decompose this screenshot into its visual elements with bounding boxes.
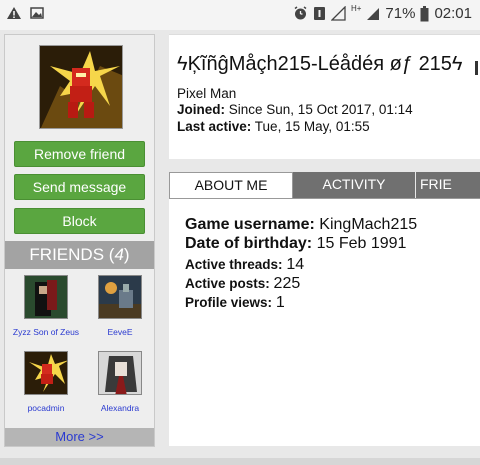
- birthday-value: 15 Feb 1991: [312, 235, 407, 252]
- tab-about-me[interactable]: ABOUT ME: [169, 172, 293, 198]
- friend-avatar[interactable]: [98, 351, 142, 395]
- profile-views-value: 1: [275, 294, 285, 311]
- profile-tabs: ABOUT ME ACTIVITY FRIE: [169, 172, 480, 198]
- tab-activity[interactable]: ACTIVITY: [293, 172, 415, 198]
- bottom-strip: [0, 458, 480, 465]
- friend-name[interactable]: pocadmin: [11, 403, 81, 413]
- about-me-panel: Game username: KingMach215 Date of birth…: [169, 198, 480, 446]
- profile-avatar: [39, 45, 123, 129]
- profile-views-label: Profile views:: [185, 295, 273, 310]
- friend-item[interactable]: Alexandra: [85, 351, 155, 413]
- clock: 02:01: [434, 5, 472, 22]
- joined-value: Since Sun, 15 Oct 2017, 01:14: [225, 102, 413, 117]
- signal-icon: [367, 8, 380, 20]
- friend-item[interactable]: EeveE: [85, 275, 155, 337]
- profile-display-name: ϟĶĩñĝMåçh215-Léåḋéя øƒ 215ϟ: [177, 53, 463, 75]
- friend-name[interactable]: Alexandra: [85, 403, 155, 413]
- active-posts-label: Active posts:: [185, 276, 270, 291]
- joined-line: Joined: Since Sun, 15 Oct 2017, 01:14: [177, 102, 413, 117]
- network-type: H+: [350, 4, 362, 13]
- joined-label: Joined:: [177, 102, 226, 117]
- tab-friends[interactable]: FRIE: [416, 172, 480, 198]
- sim-icon: [313, 7, 325, 20]
- friend-avatar[interactable]: [24, 351, 68, 395]
- friend-name[interactable]: EeveE: [85, 327, 155, 337]
- remove-friend-button[interactable]: Remove friend: [14, 141, 145, 167]
- last-active-line: Last active: Tue, 15 May, 01:55: [177, 119, 370, 134]
- active-posts-value: 225: [273, 275, 301, 292]
- block-button[interactable]: Block: [14, 208, 145, 234]
- avatar-image: [40, 46, 122, 128]
- active-posts-row: Active posts: 225: [185, 275, 300, 293]
- image-notification-icon: [30, 7, 44, 19]
- friend-avatar[interactable]: [24, 275, 68, 319]
- warning-icon: [7, 7, 21, 19]
- battery-percent: 71%: [385, 5, 416, 22]
- active-threads-value: 14: [286, 256, 305, 273]
- active-threads-row: Active threads: 14: [185, 256, 304, 274]
- more-friends-link[interactable]: More >>: [5, 428, 154, 446]
- friend-item[interactable]: Zyzz Son of Zeus: [11, 275, 81, 337]
- game-username-row: Game username: KingMach215: [185, 216, 417, 234]
- status-left-icons: [6, 6, 44, 20]
- profile-views-row: Profile views: 1: [185, 294, 285, 312]
- send-message-button[interactable]: Send message: [14, 174, 145, 200]
- status-bar: H+ 71% 02:01: [0, 0, 480, 30]
- friend-avatar[interactable]: [98, 275, 142, 319]
- game-username-label: Game username:: [185, 216, 315, 233]
- friend-name[interactable]: Zyzz Son of Zeus: [11, 327, 81, 337]
- friends-header: FRIENDS (4): [5, 241, 154, 269]
- alarm-icon: [294, 6, 307, 20]
- friends-header-label: FRIENDS: [29, 245, 105, 264]
- last-active-label: Last active:: [177, 119, 252, 134]
- profile-header-card: ϟĶĩñĝMåçh215-Léåḋéя øƒ 215ϟ Pixel Man Jo…: [169, 34, 480, 159]
- active-threads-label: Active threads:: [185, 257, 283, 272]
- overflow-edge: [475, 61, 478, 75]
- profile-subtitle: Pixel Man: [177, 86, 237, 101]
- friend-item[interactable]: pocadmin: [11, 351, 81, 413]
- birthday-row: Date of birthday: 15 Feb 1991: [185, 235, 406, 253]
- no-signal-icon: [330, 6, 346, 21]
- battery-icon: [420, 5, 429, 21]
- game-username-value: KingMach215: [314, 216, 418, 233]
- birthday-label: Date of birthday:: [185, 235, 313, 252]
- profile-sidebar: Remove friend Send message Block FRIENDS…: [4, 34, 155, 447]
- friends-count: 4: [114, 245, 124, 264]
- status-right-icons: H+ 71% 02:01: [293, 4, 472, 22]
- last-active-value: Tue, 15 May, 01:55: [251, 119, 370, 134]
